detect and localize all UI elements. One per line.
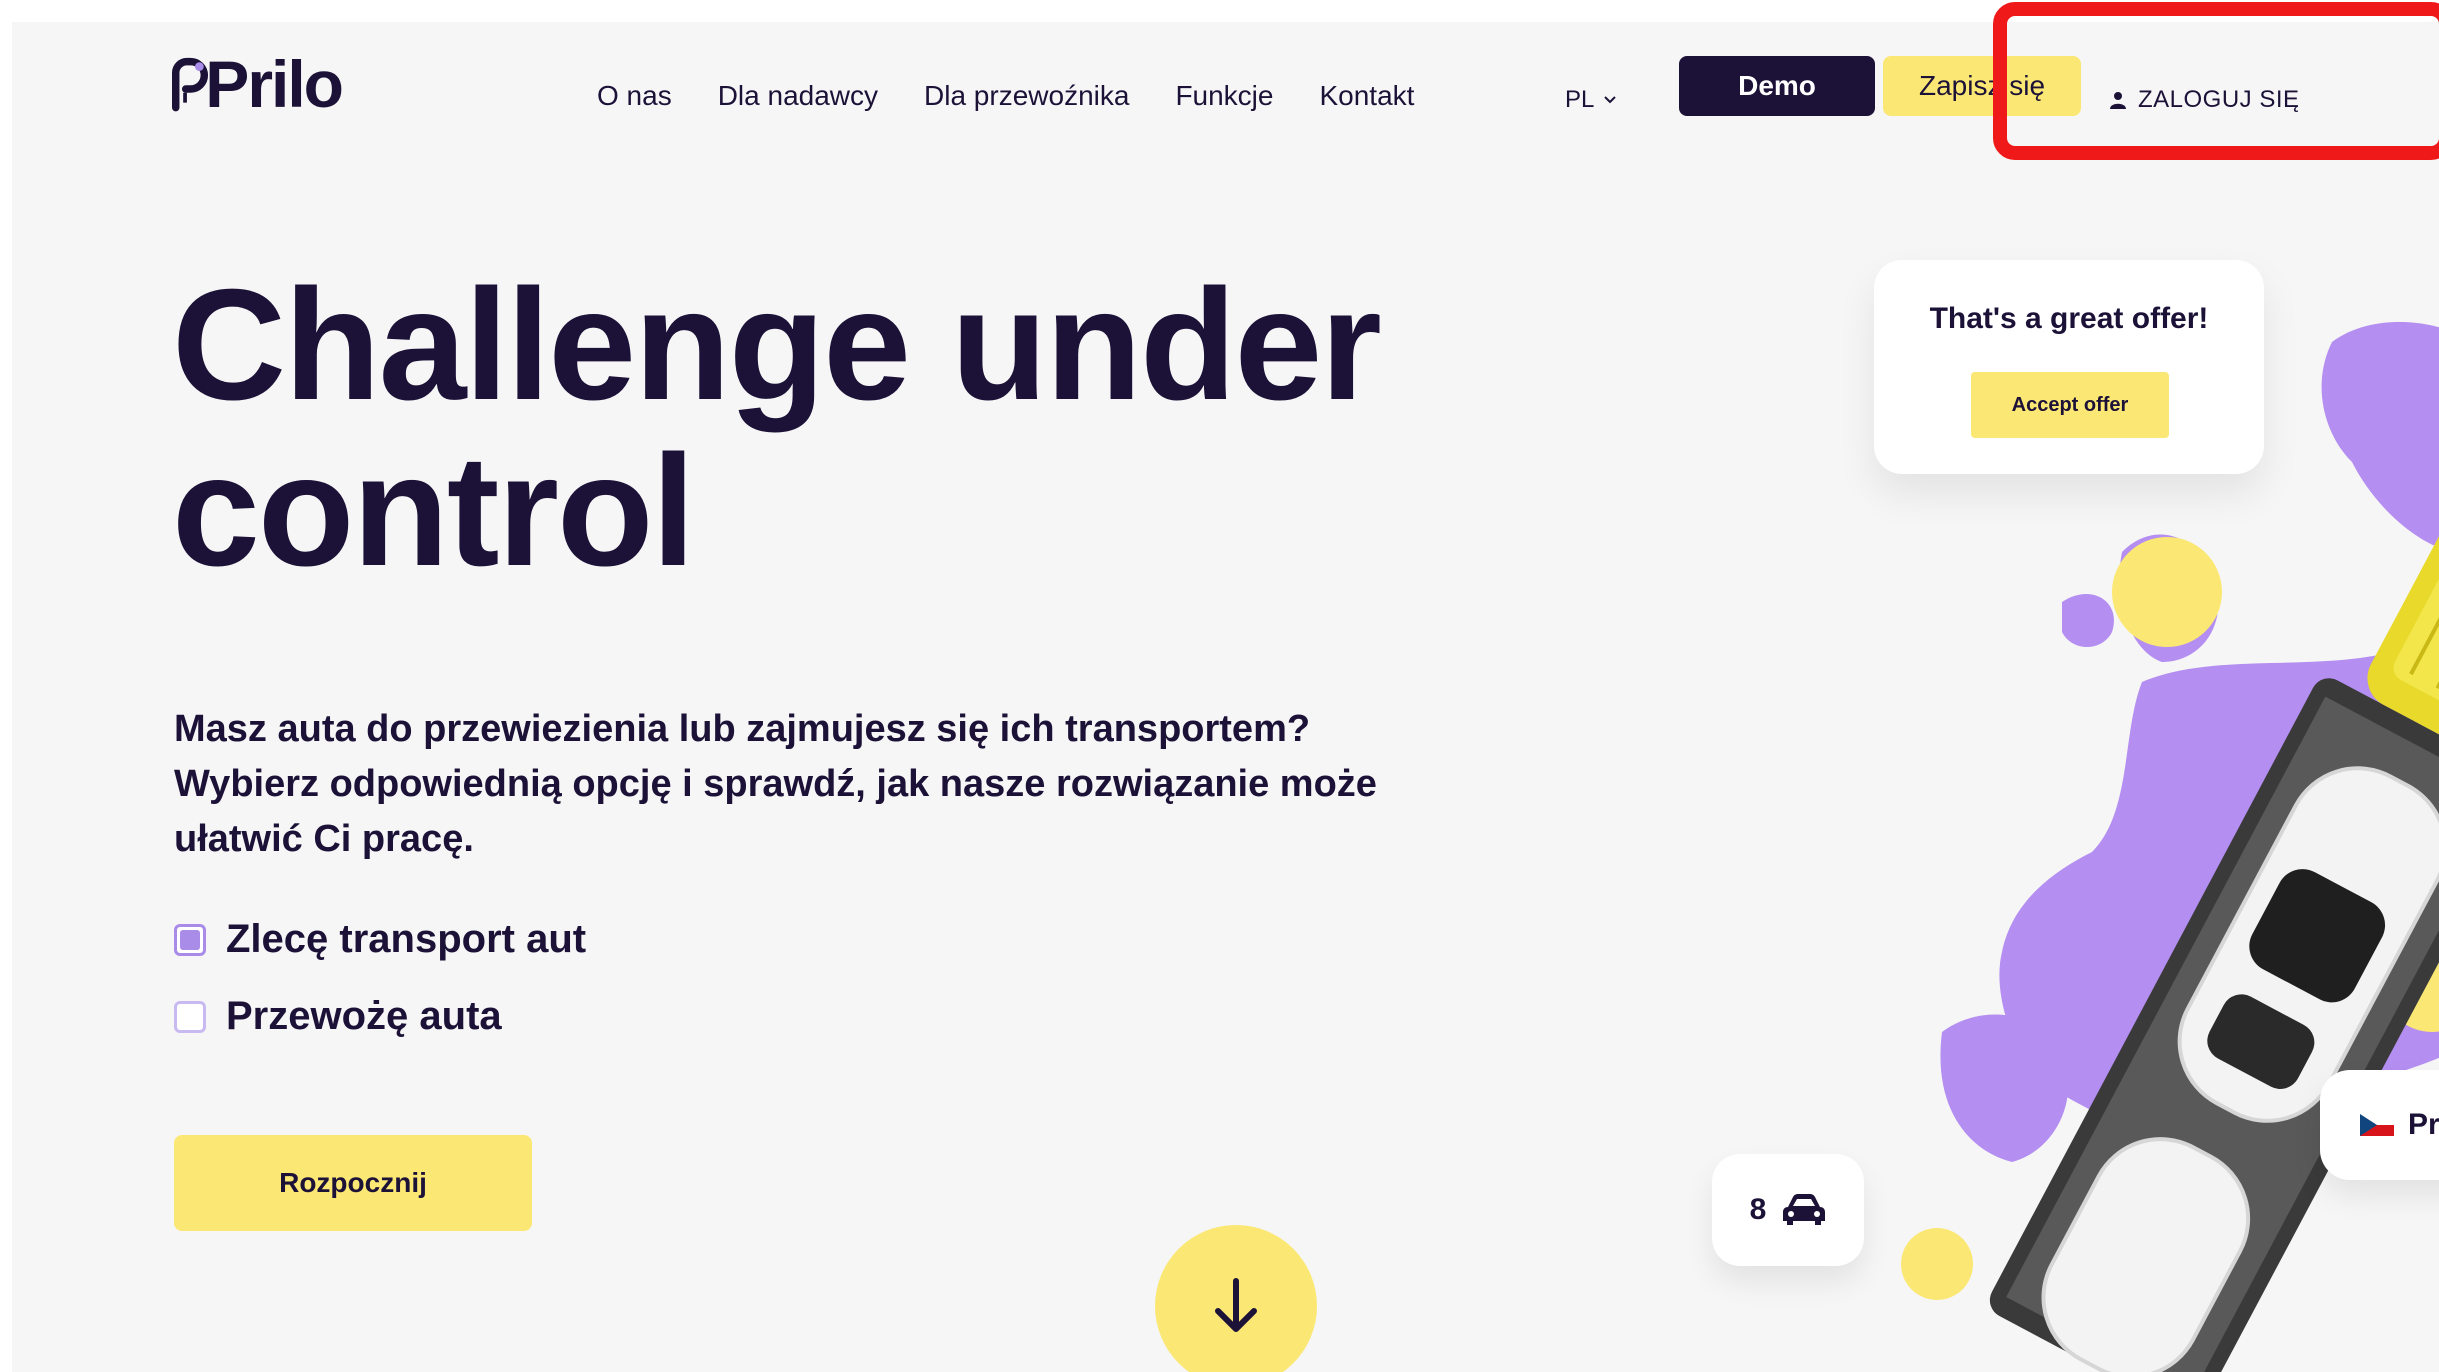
- nav-item-kontakt[interactable]: Kontakt: [1319, 80, 1414, 112]
- chevron-down-icon: [1604, 96, 1617, 104]
- car-count-card: 8: [1712, 1154, 1864, 1266]
- option-label: Przewożę auta: [226, 994, 502, 1038]
- car-count: 8: [1749, 1193, 1767, 1226]
- car-icon: [1783, 1194, 1826, 1225]
- czech-flag-icon: [2360, 1114, 2394, 1136]
- page: Prilo O nas Dla nadawcy Dla przewoźnika …: [12, 22, 2439, 1372]
- accept-offer-button[interactable]: Accept offer: [1971, 372, 2169, 438]
- option-carry-cars[interactable]: Przewożę auta: [174, 994, 502, 1039]
- user-icon: [2110, 92, 2126, 109]
- offer-title: That's a great offer!: [1929, 302, 2209, 335]
- nav-item-dla-przewoznika[interactable]: Dla przewoźnika: [924, 80, 1129, 112]
- option-order-transport[interactable]: Zlecę transport aut: [174, 917, 586, 962]
- yellow-dot: [2112, 537, 2222, 647]
- login-link[interactable]: ZALOGUJ SIĘ: [2110, 86, 2300, 114]
- location-card: Pra: [2320, 1070, 2439, 1180]
- main-nav: O nas Dla nadawcy Dla przewoźnika Funkcj…: [597, 80, 1414, 112]
- hero-description: Masz auta do przewiezienia lub zajmujesz…: [174, 708, 1377, 860]
- hero-title-line-2: control: [172, 423, 695, 599]
- nav-item-o-nas[interactable]: O nas: [597, 80, 672, 112]
- nav-item-dla-nadawcy[interactable]: Dla nadawcy: [718, 80, 878, 112]
- hero-title: Challenge under control: [172, 262, 1472, 594]
- arrow-down-icon: [1215, 1278, 1257, 1332]
- prilo-logo[interactable]: Prilo: [172, 44, 344, 124]
- language-label: PL: [1565, 86, 1595, 113]
- checkbox-carry-cars[interactable]: [174, 1000, 206, 1033]
- signup-button[interactable]: Zapisz się: [1883, 56, 2081, 116]
- offer-card: That's a great offer! Accept offer: [1874, 260, 2264, 474]
- start-button[interactable]: Rozpocznij: [174, 1135, 532, 1231]
- hero-title-line-1: Challenge under: [172, 257, 1382, 433]
- brand-name: Prilo: [205, 47, 344, 121]
- scroll-down-button[interactable]: [1155, 1225, 1317, 1372]
- login-label: ZALOGUJ SIĘ: [2138, 86, 2300, 113]
- language-selector[interactable]: PL: [1565, 86, 1617, 114]
- demo-button[interactable]: Demo: [1679, 56, 1875, 116]
- nav-item-funkcje[interactable]: Funkcje: [1175, 80, 1273, 112]
- prilo-logo-icon: [172, 57, 209, 112]
- checkbox-order-transport[interactable]: [174, 923, 206, 956]
- option-label: Zlecę transport aut: [226, 917, 587, 961]
- location-label: Pra: [2408, 1108, 2439, 1141]
- yellow-dot: [1901, 1228, 1973, 1300]
